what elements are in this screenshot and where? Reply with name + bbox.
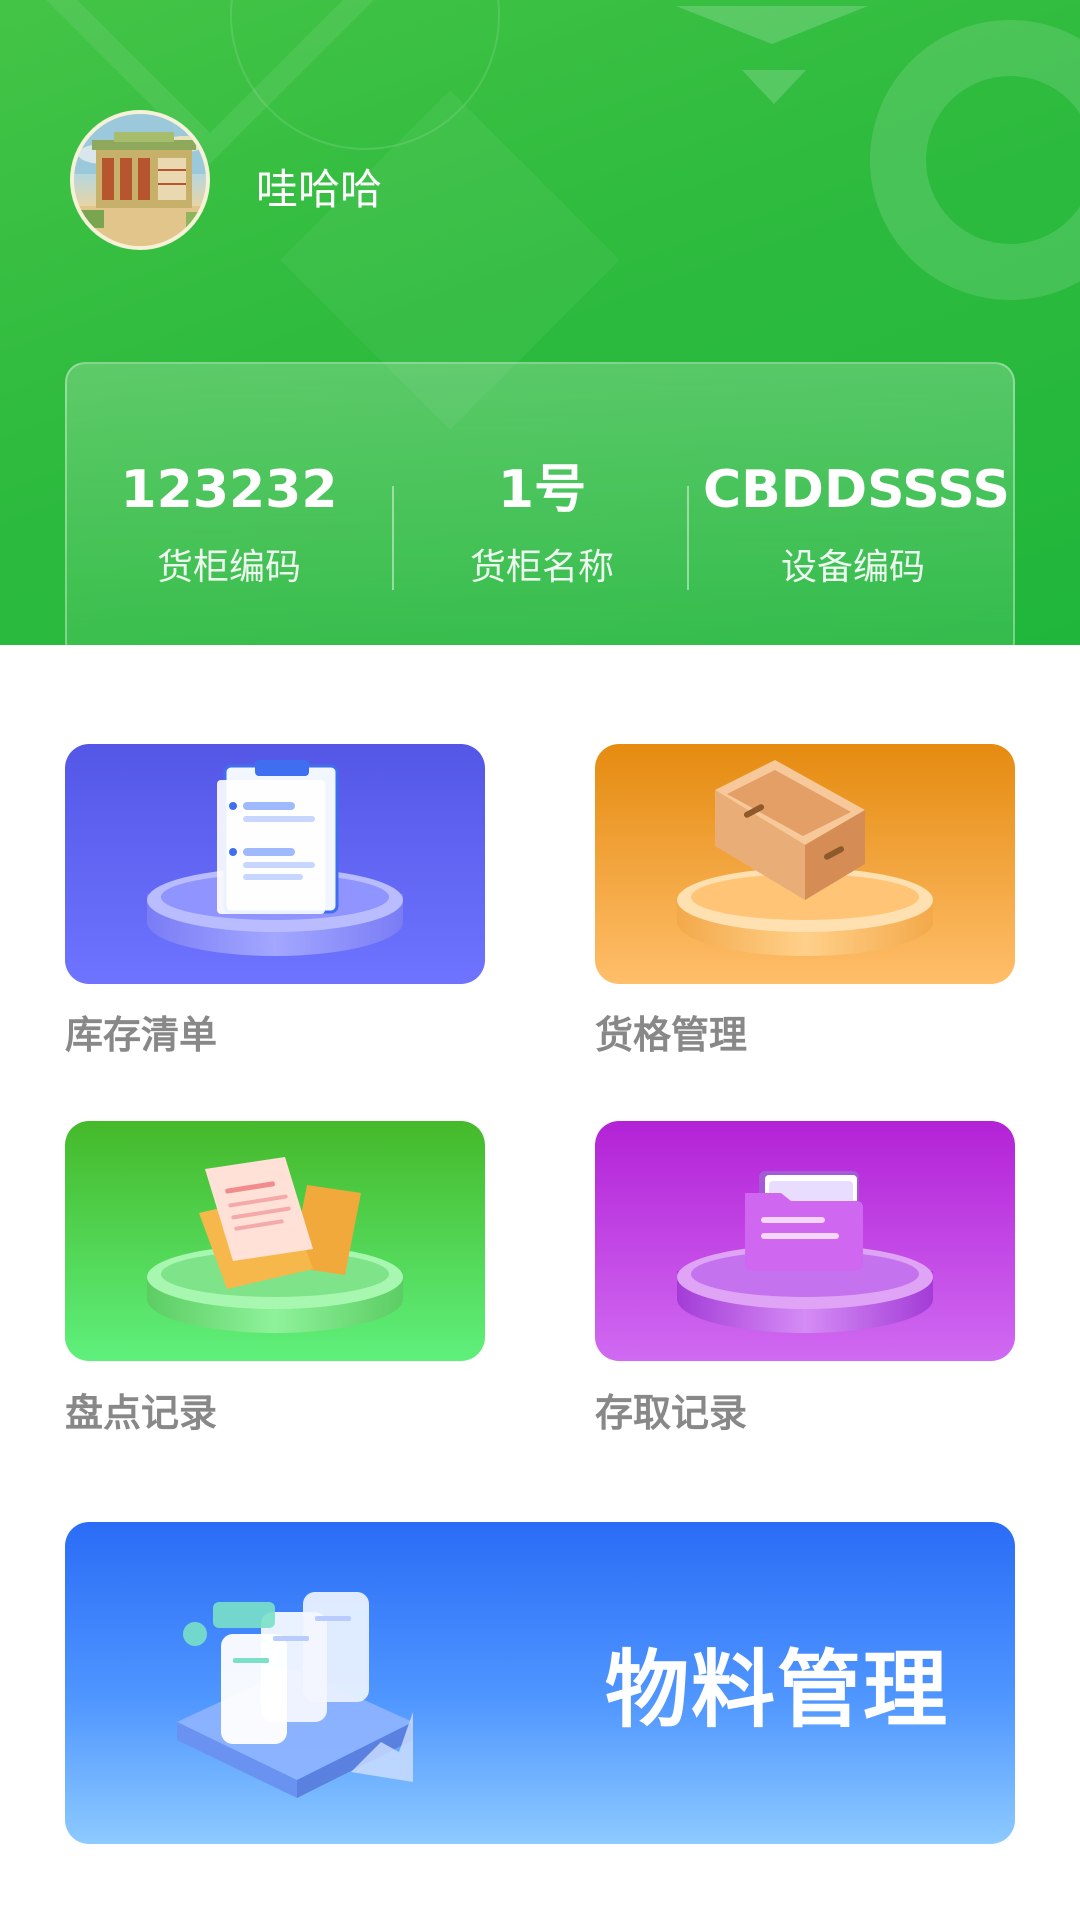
documents-folder-icon [199,1157,361,1289]
divider [687,486,689,590]
cabinet-name-value: 1号 [497,460,587,520]
stocktake-records-label[interactable]: 盘点记录 [65,1390,217,1436]
material-management-banner[interactable]: 物料管理 [65,1522,1015,1844]
cabinet-code-label: 货柜编码 [156,547,301,588]
device-code-label: 设备编码 [780,547,925,588]
inventory-list-tile[interactable] [65,744,485,984]
cabinet-code-value: 123232 [120,460,338,520]
folder-icon [745,1171,863,1271]
divider [392,486,394,590]
device-code: CBDDSSSS 设备编码 [703,460,1010,590]
device-code-value: CBDDSSSS [703,460,1010,520]
document-stack-icon [177,1592,413,1798]
avatar[interactable] [70,110,210,250]
cabinet-code: 123232 货柜编码 [97,460,361,590]
open-box-icon [715,760,865,900]
inventory-list-label[interactable]: 库存清单 [65,1012,217,1058]
cabinet-name-label: 货柜名称 [469,547,614,588]
decor-ring [870,20,1080,300]
username: 哇哈哈 [256,165,383,214]
slot-management-tile[interactable] [595,744,1015,984]
stocktake-records-tile[interactable] [65,1121,485,1361]
cabinet-name: 1号 货柜名称 [422,460,662,590]
access-records-tile[interactable] [595,1121,1015,1361]
clipboard-list-icon [217,760,339,914]
banner-title: 物料管理 [605,1641,950,1739]
slot-management-label[interactable]: 货格管理 [595,1012,747,1058]
access-records-label[interactable]: 存取记录 [595,1390,747,1436]
decor-triangle [676,6,868,44]
cabinet-info-card: 123232 货柜编码 1号 货柜名称 CBDDSSSS 设备编码 [65,362,1015,662]
decor-triangle [742,70,806,104]
